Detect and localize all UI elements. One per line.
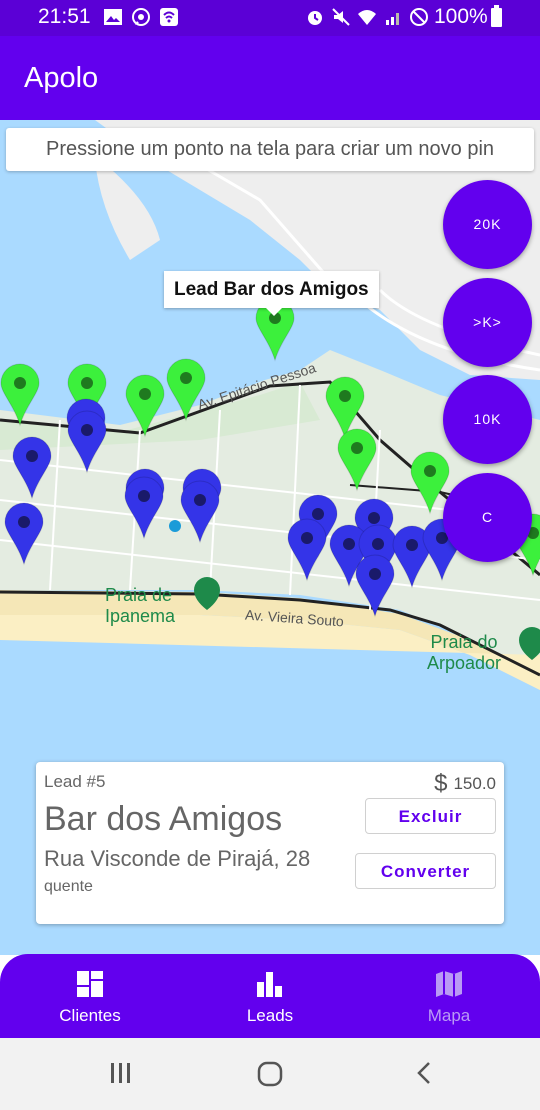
lead-address: Rua Visconde de Pirajá, 28	[44, 846, 311, 871]
metro-icon	[169, 520, 181, 532]
convert-button[interactable]: Converter	[355, 853, 496, 889]
nav-label-leads: Leads	[246, 1006, 294, 1025]
lead-id: Lead #5	[44, 772, 106, 791]
place-label-arpoador: Praia do Arpoador	[427, 632, 502, 673]
home-icon[interactable]	[256, 1060, 284, 1088]
map-hint: Pressione um ponto na tela para criar um…	[6, 128, 534, 171]
signal-icon	[386, 13, 399, 25]
status-bar: 21:51 100%	[0, 0, 540, 36]
nav-item-mapa[interactable]: Mapa	[389, 968, 509, 1026]
wifi-icon	[358, 10, 376, 25]
lead-status: quente	[44, 878, 93, 895]
gallery-icon	[104, 9, 122, 25]
currency-symbol: $	[434, 770, 448, 797]
land-peninsula	[95, 160, 160, 260]
bottom-navigation: Clientes Leads Mapa	[0, 954, 540, 1038]
nav-item-clientes[interactable]: Clientes	[30, 968, 150, 1026]
nav-item-leads[interactable]: Leads	[210, 968, 330, 1026]
lead-card: Lead #5 $150.0 Bar dos Amigos Rua Viscon…	[36, 762, 504, 924]
lead-name: Bar dos Amigos	[44, 800, 283, 838]
app-bar: Apolo	[0, 36, 540, 120]
bar-chart-icon	[257, 972, 282, 997]
nav-label-clientes: Clientes	[59, 1006, 121, 1025]
lead-value-amount: 150.0	[453, 774, 496, 793]
filter-c-button[interactable]: C	[443, 473, 532, 562]
battery-percent: 100%	[434, 5, 488, 28]
pin-info-window[interactable]: Lead Bar dos Amigos	[164, 271, 379, 316]
alarm-icon	[308, 11, 322, 25]
place-label-ipanema: Praia de Ipanema	[105, 585, 176, 626]
nav-label-mapa: Mapa	[427, 1006, 471, 1025]
recent-apps-icon[interactable]	[108, 1060, 134, 1086]
map-icon	[436, 971, 462, 997]
mute-icon	[332, 8, 350, 26]
wifi-box-icon	[160, 8, 178, 26]
dashboard-icon	[77, 971, 103, 997]
battery-icon	[491, 5, 502, 27]
filter-gk-button[interactable]: >K>	[443, 278, 532, 367]
system-navigation-bar	[0, 1038, 540, 1110]
no-disturb-icon	[410, 8, 428, 26]
filter-20k-button[interactable]: 20K	[443, 180, 532, 269]
filter-10k-button[interactable]: 10K	[443, 375, 532, 464]
back-icon[interactable]	[412, 1060, 436, 1086]
lead-value: $150.0	[434, 770, 496, 798]
whatsapp-icon	[132, 8, 150, 26]
status-time: 21:51	[38, 5, 91, 28]
app-title: Apolo	[24, 62, 99, 94]
delete-button[interactable]: Excluir	[365, 798, 496, 834]
